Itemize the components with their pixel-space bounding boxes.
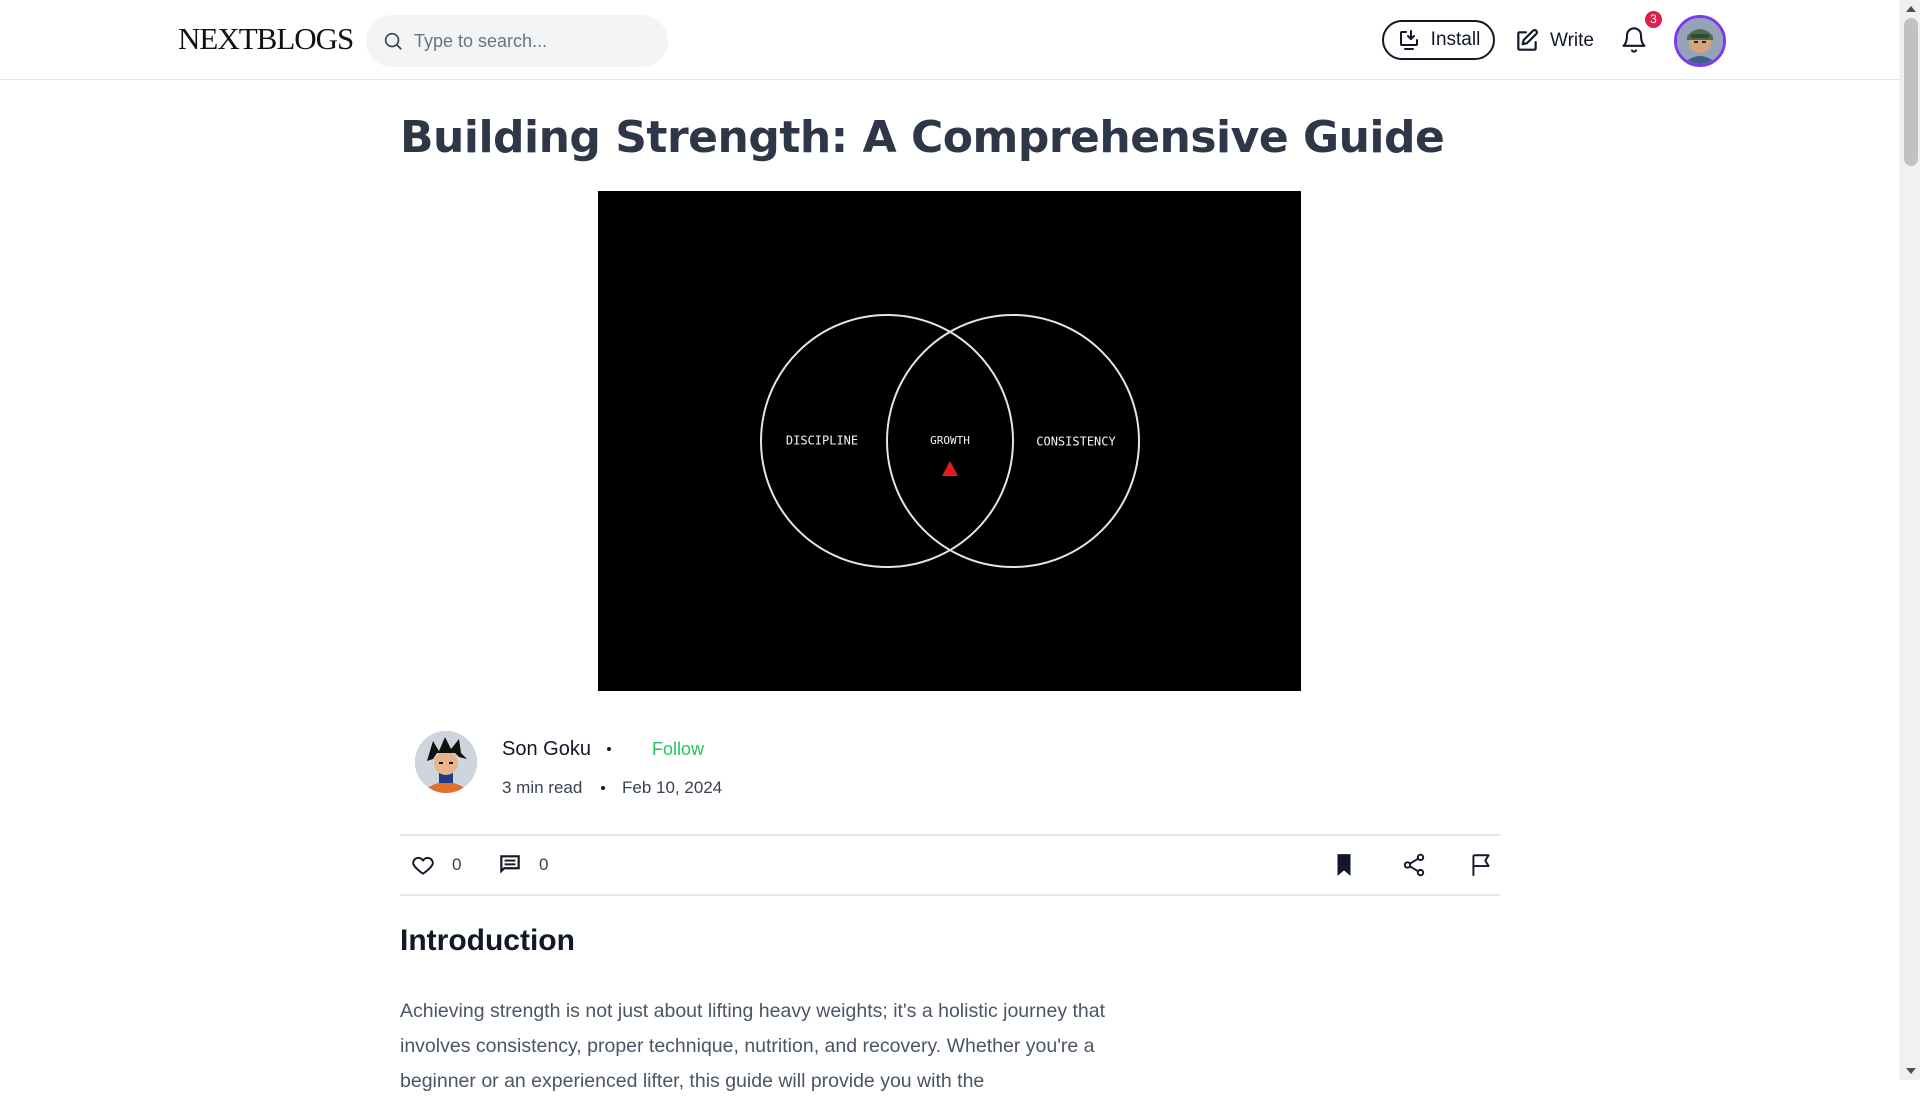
comment-icon xyxy=(500,855,520,874)
share-button[interactable] xyxy=(1401,852,1427,878)
install-icon xyxy=(1399,30,1418,50)
like-count: 0 xyxy=(452,855,462,874)
notifications-button[interactable] xyxy=(1620,26,1650,56)
edit-icon xyxy=(1517,29,1538,51)
search-input[interactable] xyxy=(412,29,642,53)
bookmark-icon xyxy=(1337,854,1351,876)
write-button[interactable]: Write xyxy=(1514,26,1594,56)
article-paragraph: Achieving strength is not just about lif… xyxy=(400,1000,1106,1092)
read-time: 3 min read xyxy=(502,778,583,797)
top-navbar: NEXTBLOGS Install Write 3 xyxy=(0,0,1900,80)
heart-icon xyxy=(412,856,434,875)
page-scrollbar[interactable] xyxy=(1900,0,1920,1080)
author-avatar-image xyxy=(415,731,477,793)
bookmark-button[interactable] xyxy=(1331,852,1357,878)
follow-button[interactable]: Follow xyxy=(652,739,704,760)
user-avatar[interactable] xyxy=(1674,15,1726,67)
share-icon xyxy=(1403,853,1425,877)
article-action-bar: 0 0 xyxy=(400,834,1500,896)
separator-dot xyxy=(607,747,611,751)
notification-badge: 3 xyxy=(1645,11,1662,28)
search-bar[interactable] xyxy=(366,15,668,67)
triangle-icon xyxy=(942,461,958,476)
separator-dot xyxy=(601,786,605,790)
avatar-image xyxy=(1677,18,1723,64)
publish-date: Feb 10, 2024 xyxy=(622,778,723,797)
comment-button[interactable]: 0 xyxy=(497,852,548,878)
venn-label-discipline: DISCIPLINE xyxy=(786,434,858,448)
site-logo[interactable]: NEXTBLOGS xyxy=(178,21,354,57)
section-heading: Introduction xyxy=(400,924,575,957)
install-label: Install xyxy=(1430,29,1481,50)
scroll-up-arrow-icon[interactable] xyxy=(1906,6,1916,12)
comment-count: 0 xyxy=(539,855,549,874)
write-label: Write xyxy=(1550,30,1594,51)
like-button[interactable]: 0 xyxy=(410,852,461,878)
scroll-down-arrow-icon[interactable] xyxy=(1906,1068,1916,1074)
report-button[interactable] xyxy=(1468,852,1494,878)
scrollbar-thumb[interactable] xyxy=(1904,18,1918,166)
article-title: Building Strength: A Comprehensive Guide xyxy=(400,112,1445,163)
author-avatar[interactable] xyxy=(415,731,477,793)
install-button[interactable]: Install xyxy=(1382,20,1495,60)
search-icon xyxy=(384,32,402,50)
venn-label-consistency: CONSISTENCY xyxy=(1036,435,1116,449)
author-name[interactable]: Son Goku xyxy=(502,738,591,761)
venn-diagram: DISCIPLINE GROWTH CONSISTENCY xyxy=(760,314,1140,568)
flag-icon xyxy=(1472,854,1490,876)
venn-label-growth: GROWTH xyxy=(930,434,970,447)
bell-icon xyxy=(1622,27,1646,53)
cover-image: DISCIPLINE GROWTH CONSISTENCY xyxy=(598,191,1301,691)
